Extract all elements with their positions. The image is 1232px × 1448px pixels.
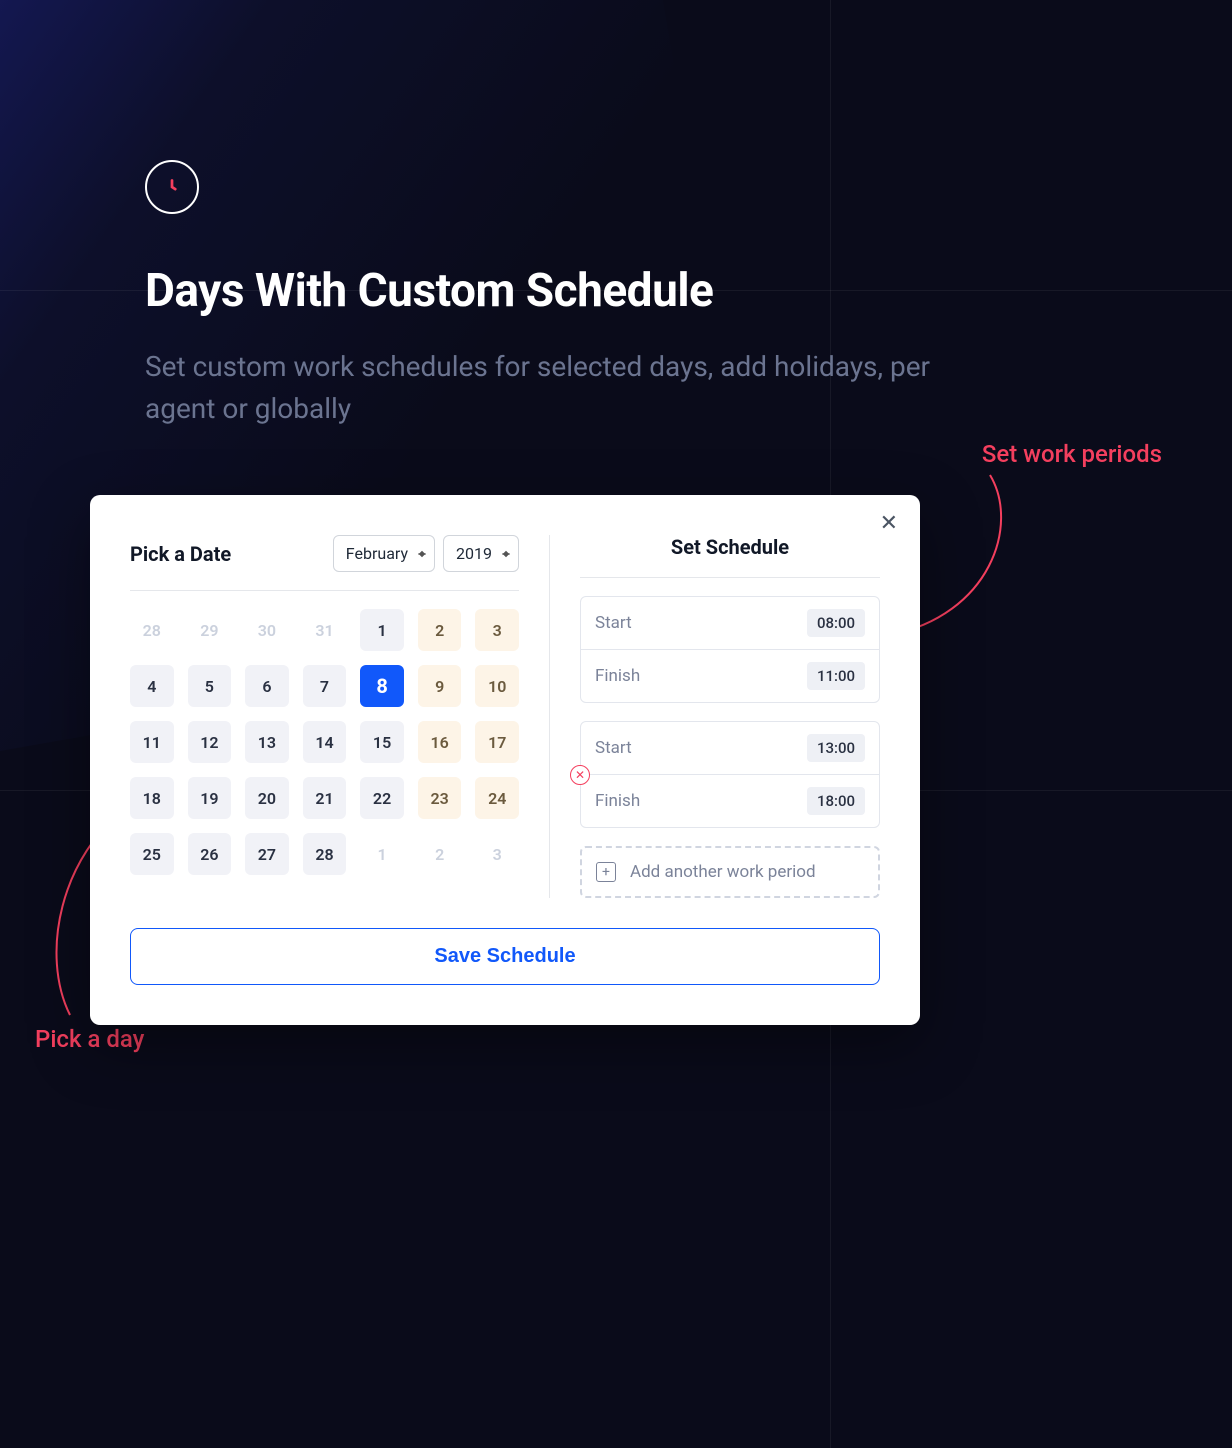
start-label: Start bbox=[595, 613, 632, 633]
calendar-grid: 2829303112345678910111213141516171819202… bbox=[130, 609, 519, 885]
calendar-day[interactable]: 8 bbox=[360, 665, 404, 707]
calendar-day[interactable]: 22 bbox=[360, 777, 404, 819]
calendar-day[interactable]: 25 bbox=[130, 833, 174, 875]
calendar-day[interactable]: 3 bbox=[475, 833, 519, 875]
start-label: Start bbox=[595, 738, 632, 758]
header: Days With Custom Schedule Set custom wor… bbox=[145, 160, 1087, 430]
start-value: 13:00 bbox=[807, 734, 865, 762]
calendar-day[interactable]: 15 bbox=[360, 721, 404, 763]
calendar-day[interactable]: 2 bbox=[418, 833, 462, 875]
start-value: 08:00 bbox=[807, 609, 865, 637]
calendar-day[interactable]: 29 bbox=[188, 609, 232, 651]
calendar-day[interactable]: 6 bbox=[245, 665, 289, 707]
finish-value: 11:00 bbox=[807, 662, 865, 690]
schedule-pane: Set Schedule Start 08:00 Finish 11:00 Start 1… bbox=[550, 535, 880, 898]
add-work-period-button[interactable]: + Add another work period bbox=[580, 846, 880, 898]
calendar-day[interactable]: 5 bbox=[188, 665, 232, 707]
calendar-day[interactable]: 12 bbox=[188, 721, 232, 763]
date-picker-pane: Pick a Date February 2019 28293031123456… bbox=[130, 535, 550, 898]
calendar-day[interactable]: 3 bbox=[475, 609, 519, 651]
calendar-day[interactable]: 1 bbox=[360, 833, 404, 875]
finish-value: 18:00 bbox=[807, 787, 865, 815]
set-schedule-title: Set Schedule bbox=[671, 535, 789, 559]
calendar-day[interactable]: 4 bbox=[130, 665, 174, 707]
calendar-day[interactable]: 18 bbox=[130, 777, 174, 819]
period-finish-row[interactable]: Finish 11:00 bbox=[581, 649, 879, 702]
clock-icon bbox=[145, 160, 199, 214]
period-finish-row[interactable]: Finish 18:00 bbox=[581, 774, 879, 827]
schedule-dialog: ✕ Pick a Date February 2019 282930311234… bbox=[90, 495, 920, 1025]
work-period: Start13:00Finish18:00✕ bbox=[580, 721, 880, 828]
calendar-day[interactable]: 1 bbox=[360, 609, 404, 651]
calendar-day[interactable]: 28 bbox=[303, 833, 347, 875]
finish-label: Finish bbox=[595, 791, 640, 811]
close-icon[interactable]: ✕ bbox=[880, 513, 898, 535]
calendar-day[interactable]: 7 bbox=[303, 665, 347, 707]
plus-icon: + bbox=[596, 862, 616, 882]
save-schedule-button[interactable]: Save Schedule bbox=[130, 928, 880, 985]
calendar-day[interactable]: 10 bbox=[475, 665, 519, 707]
calendar-day[interactable]: 19 bbox=[188, 777, 232, 819]
month-select[interactable]: February bbox=[333, 535, 435, 572]
page-subtitle: Set custom work schedules for selected d… bbox=[145, 346, 965, 430]
calendar-day[interactable]: 11 bbox=[130, 721, 174, 763]
pick-date-title: Pick a Date bbox=[130, 542, 231, 566]
calendar-day[interactable]: 20 bbox=[245, 777, 289, 819]
annotation-set-work-periods: Set work periods bbox=[982, 440, 1162, 468]
calendar-day[interactable]: 9 bbox=[418, 665, 462, 707]
add-work-period-label: Add another work period bbox=[630, 862, 816, 882]
calendar-day[interactable]: 26 bbox=[188, 833, 232, 875]
work-period: Start 08:00 Finish 11:00 bbox=[580, 596, 880, 703]
page-title: Days With Custom Schedule bbox=[145, 264, 1087, 318]
finish-label: Finish bbox=[595, 666, 640, 686]
calendar-day[interactable]: 17 bbox=[475, 721, 519, 763]
calendar-day[interactable]: 30 bbox=[245, 609, 289, 651]
calendar-day[interactable]: 16 bbox=[418, 721, 462, 763]
calendar-day[interactable]: 28 bbox=[130, 609, 174, 651]
calendar-day[interactable]: 13 bbox=[245, 721, 289, 763]
calendar-day[interactable]: 27 bbox=[245, 833, 289, 875]
calendar-day[interactable]: 24 bbox=[475, 777, 519, 819]
year-select[interactable]: 2019 bbox=[443, 535, 519, 572]
annotation-pick-a-day: Pick a day bbox=[35, 1025, 144, 1053]
calendar-day[interactable]: 2 bbox=[418, 609, 462, 651]
calendar-day[interactable]: 14 bbox=[303, 721, 347, 763]
period-start-row[interactable]: Start 08:00 bbox=[581, 597, 879, 649]
calendar-day[interactable]: 21 bbox=[303, 777, 347, 819]
calendar-day[interactable]: 23 bbox=[418, 777, 462, 819]
remove-period-icon[interactable]: ✕ bbox=[570, 765, 590, 785]
period-start-row[interactable]: Start 13:00 bbox=[581, 722, 879, 774]
calendar-day[interactable]: 31 bbox=[303, 609, 347, 651]
